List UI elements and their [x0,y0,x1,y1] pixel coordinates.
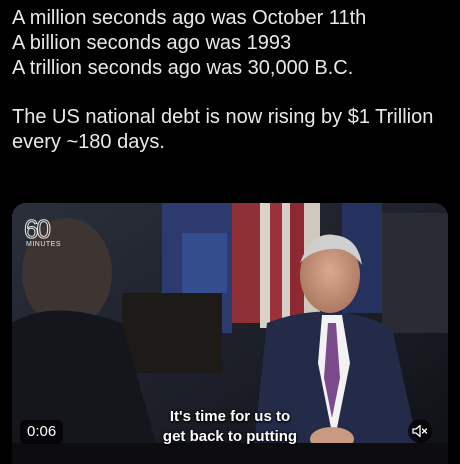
post-line: A billion seconds ago was 1993 [12,32,292,54]
bookshelf [122,293,222,373]
video-player[interactable]: 60 MINUTES It's time for us to get back … [12,203,448,464]
caption-line: It's time for us to [169,408,291,425]
post-text: A million seconds ago was October 11th A… [12,6,452,155]
post-line: The US national debt is now rising by $1… [12,106,434,128]
post-line: A trillion seconds ago was 30,000 B.C. [12,57,354,79]
logo-number: 60 [24,214,52,244]
60-minutes-logo: 60 MINUTES [24,214,61,249]
post-line: A million seconds ago was October 11th [12,7,367,29]
video-timestamp: 0:06 [20,420,64,444]
logo-word: MINUTES [26,241,61,248]
caption-line: get back to putting [162,428,298,445]
mute-button[interactable] [408,419,432,443]
post-line: every ~180 days. [12,131,165,153]
speaker-muted-icon [412,424,428,438]
video-caption: It's time for us to get back to putting [142,407,318,447]
